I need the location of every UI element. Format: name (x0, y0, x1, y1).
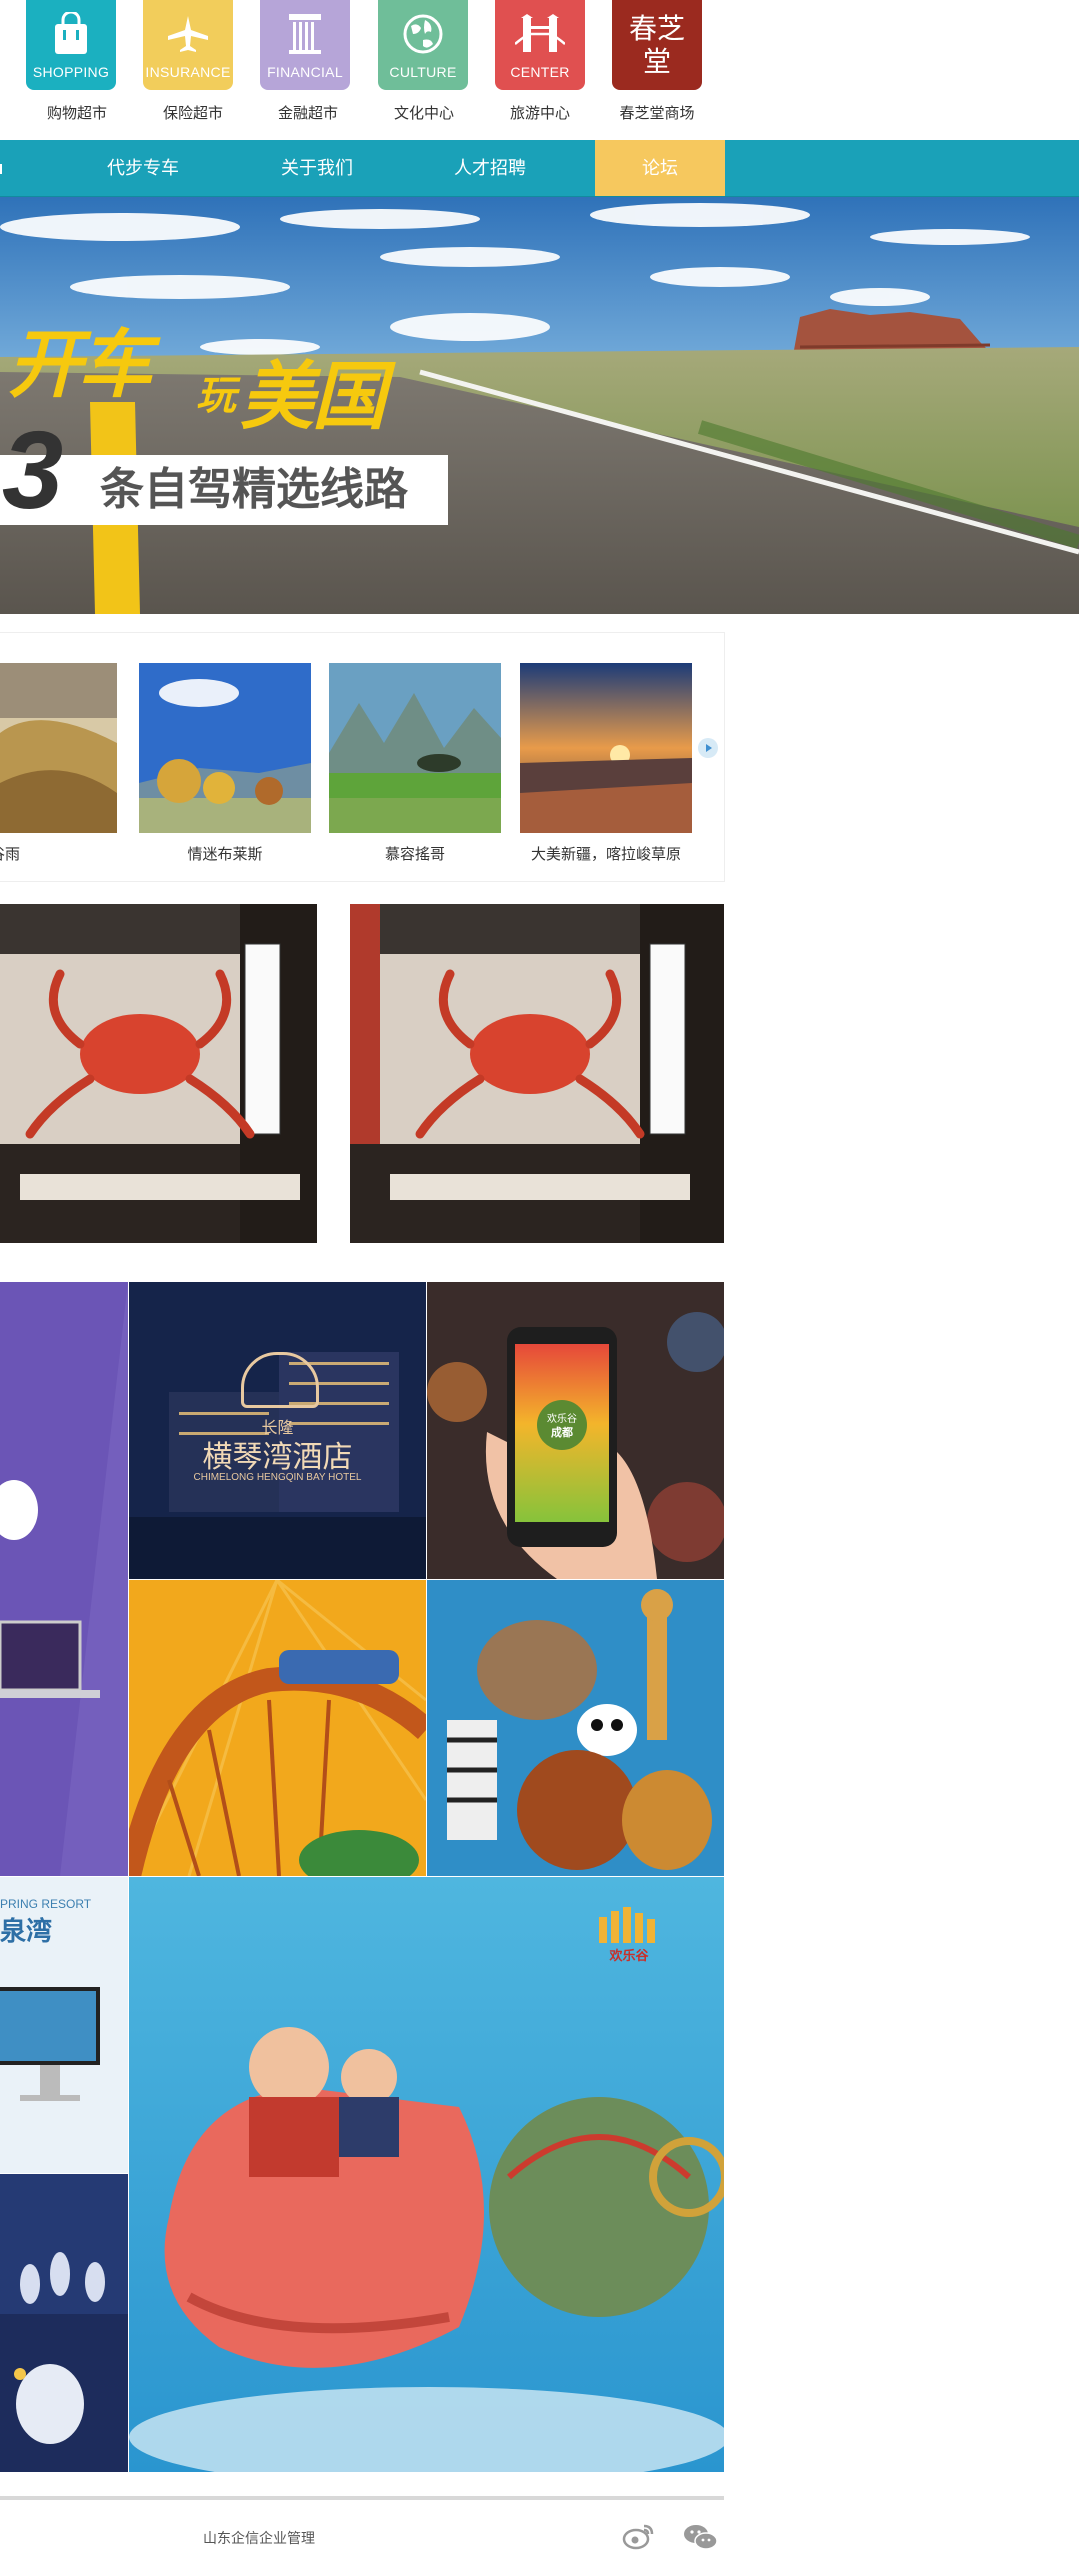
footer-divider (0, 2496, 724, 2500)
weibo-icon[interactable] (622, 2522, 656, 2550)
thumb-next-arrow-icon[interactable] (698, 738, 718, 758)
performance-tile[interactable] (0, 2174, 128, 2472)
nav-item-jobs[interactable]: 人才招聘 (427, 140, 553, 196)
thumb-caption-murong[interactable]: 慕容搖哥 (315, 843, 515, 864)
phone-screen-line2: 成都 (551, 1427, 573, 1439)
insurance-caption: INSURANCE (145, 64, 231, 80)
shopping-caption: SHOPPING (32, 64, 110, 80)
showcase-mosaic: 长隆 横琴湾酒店 CHIMELONG HENGQIN BAY HOTEL 欢乐谷… (0, 1282, 724, 2472)
phone-screen-line1: 欢乐谷 (547, 1414, 577, 1425)
center-tile[interactable]: CENTER (495, 0, 585, 90)
insurance-label[interactable]: 保险超市 (133, 102, 253, 123)
crab-restaurant-image (350, 904, 724, 1243)
shopping-label[interactable]: 购物超市 (17, 102, 137, 123)
tower-bridge-icon (515, 14, 565, 52)
hero-title-line1: 开车 (8, 323, 152, 406)
app-laptop-tile[interactable] (0, 1282, 128, 1876)
hero-subtitle: 条自驾精选线路 (100, 465, 408, 514)
hero-title-small: 玩 (196, 374, 236, 418)
zoo-animals-image (427, 1580, 724, 1876)
hotel-tile[interactable]: 长隆 横琴湾酒店 CHIMELONG HENGQIN BAY HOTEL (129, 1282, 426, 1579)
theme-park-poster-tile[interactable]: 欢乐谷 (129, 1877, 724, 2472)
road-landscape-image (0, 197, 1079, 614)
thumb-guyu[interactable] (0, 663, 117, 833)
hero-title-line2: 美国 (240, 355, 386, 438)
rollercoaster-tile[interactable] (129, 1580, 426, 1876)
financial-tile[interactable]: FINANCIAL (260, 0, 350, 90)
thumb-murong[interactable] (329, 663, 501, 833)
route-thumbnail-strip: 谷雨 情迷布莱斯 慕容搖哥 大 (0, 632, 725, 882)
stage-performance-image (0, 2174, 128, 2472)
shopping-tile[interactable]: SHOPPING (26, 0, 116, 90)
wechat-icon[interactable] (683, 2523, 719, 2551)
shopping-bag-icon (55, 12, 87, 54)
insurance-tile[interactable]: INSURANCE (143, 0, 233, 90)
phone-app-tile[interactable]: 欢乐谷 成都 (427, 1282, 724, 1579)
poster-logo: 欢乐谷 (609, 1948, 649, 1963)
thumb-caption-xinjiang[interactable]: 大美新疆，喀拉峻草原 (506, 843, 706, 864)
lake-mountains-image (329, 663, 501, 833)
pillar-icon (289, 14, 321, 54)
rollercoaster-image (129, 1580, 426, 1876)
globe-icon (403, 14, 443, 54)
financial-label[interactable]: 金融超市 (248, 102, 368, 123)
hotel-name: 横琴湾酒店 (202, 1441, 353, 1474)
nav-item-forum[interactable]: 论坛 (595, 140, 725, 196)
hotel-name-en: CHIMELONG HENGQIN BAY HOTEL (193, 1472, 362, 1483)
mountain-valley-image (0, 663, 117, 833)
resort-en: PRING RESORT (0, 1897, 92, 1911)
main-nav: 代步专车 关于我们 人才招聘 论坛 (0, 140, 1079, 197)
resort-tile[interactable]: PRING RESORT 泉湾 (0, 1877, 128, 2173)
chunzhitang-tile[interactable]: 春芝堂 (612, 0, 702, 90)
culture-tile[interactable]: CULTURE (378, 0, 468, 90)
sunset-plain-image (520, 663, 692, 833)
footer-company: 山东企信企业管理 (203, 2530, 315, 2546)
hero-number: 3 (2, 409, 64, 532)
crab-restaurant-banner-right[interactable] (350, 904, 724, 1243)
financial-caption: FINANCIAL (267, 64, 343, 80)
animals-tile[interactable] (427, 1580, 724, 1876)
culture-caption: CULTURE (389, 64, 457, 80)
culture-label[interactable]: 文化中心 (364, 102, 484, 123)
chunzhitang-label[interactable]: 春芝堂商场 (597, 102, 717, 123)
thumb-caption-bryce[interactable]: 情迷布莱斯 (125, 843, 325, 864)
hero-banner[interactable]: 开车 玩 美国 3 条自驾精选线路 (0, 197, 1079, 614)
thumb-bryce[interactable] (139, 663, 311, 833)
autumn-trees-image (139, 663, 311, 833)
airplane-icon (168, 16, 208, 52)
laptop-image (0, 1282, 128, 1876)
nav-item-car[interactable]: 代步专车 (80, 140, 206, 196)
nav-item-cut[interactable] (0, 140, 8, 196)
resort-cn: 泉湾 (0, 1916, 53, 1946)
nav-item-about[interactable]: 关于我们 (254, 140, 380, 196)
center-label[interactable]: 旅游中心 (480, 102, 600, 123)
crab-restaurant-banner-left[interactable] (0, 904, 317, 1243)
chunzhitang-logo: 春芝堂 (628, 12, 685, 78)
crab-restaurant-image (0, 904, 317, 1243)
theme-park-poster-image (129, 1877, 724, 2472)
thumb-caption-guyu[interactable]: 谷雨 (0, 843, 105, 864)
thumb-xinjiang[interactable] (520, 663, 692, 833)
center-caption: CENTER (510, 64, 570, 80)
